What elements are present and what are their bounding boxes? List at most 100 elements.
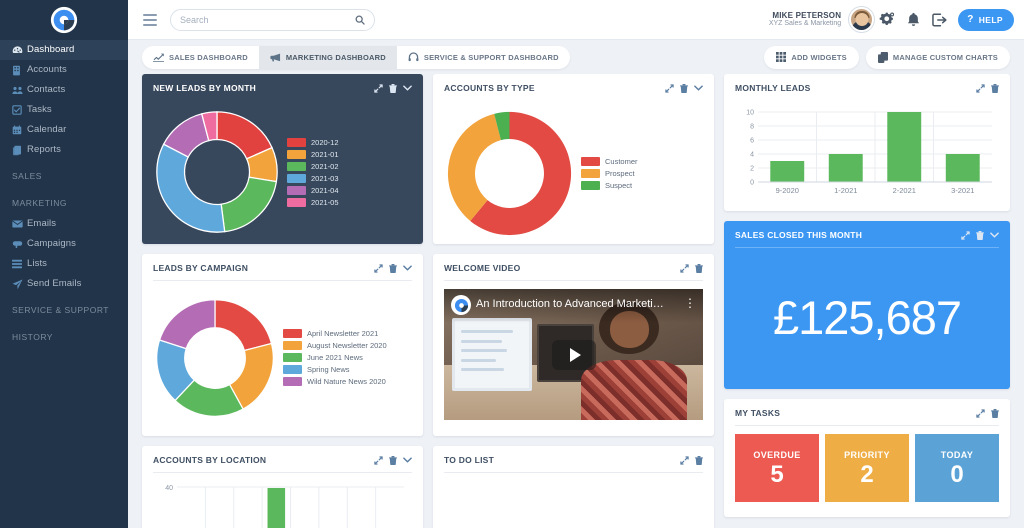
tab-marketing-dashboard[interactable]: MARKETING DASHBOARD: [259, 46, 397, 69]
donut-slice[interactable]: [215, 299, 271, 350]
sidebar-section-sales[interactable]: SALES: [0, 160, 128, 187]
bar[interactable]: [946, 154, 980, 182]
user-info[interactable]: MIKE PETERSON XYZ Sales & Marketing: [769, 11, 841, 28]
trash-icon[interactable]: [695, 264, 703, 273]
expand-icon[interactable]: [374, 264, 383, 273]
expand-icon[interactable]: [976, 409, 985, 418]
legend-item[interactable]: Prospect: [581, 169, 703, 178]
search-box[interactable]: [170, 9, 375, 31]
chevron-down-icon[interactable]: [403, 265, 412, 271]
legend-item[interactable]: Customer: [581, 157, 703, 166]
tab-label: MARKETING DASHBOARD: [286, 53, 386, 62]
video-player[interactable]: An Introduction to Advanced Marketi… ⋮: [444, 289, 703, 420]
sidebar-item-tasks[interactable]: Tasks: [0, 100, 128, 120]
trash-icon[interactable]: [680, 84, 688, 93]
legend-item[interactable]: June 2021 News: [283, 353, 412, 362]
task-card[interactable]: OVERDUE5: [735, 434, 819, 502]
video-title[interactable]: An Introduction to Advanced Marketi…: [476, 298, 681, 310]
legend-item[interactable]: 2021-05: [287, 198, 412, 207]
trash-icon[interactable]: [976, 231, 984, 240]
trash-icon[interactable]: [389, 456, 397, 465]
trash-icon[interactable]: [695, 456, 703, 465]
hamburger-icon[interactable]: [142, 12, 158, 28]
widget-header: SALES CLOSED THIS MONTH: [724, 221, 1010, 247]
trash-icon[interactable]: [991, 84, 999, 93]
sidebar-item-reports[interactable]: Reports: [0, 140, 128, 160]
legend-label: August Newsletter 2020: [307, 341, 387, 350]
chevron-down-icon[interactable]: [694, 85, 703, 91]
settings-gear-icon[interactable]: [874, 7, 900, 33]
report-icon: [12, 144, 27, 156]
expand-icon[interactable]: [665, 84, 674, 93]
legend-item[interactable]: 2021-04: [287, 186, 412, 195]
bar[interactable]: [770, 161, 804, 182]
tab-sales-dashboard[interactable]: SALES DASHBOARD: [142, 46, 259, 69]
sidebar-item-accounts[interactable]: Accounts: [0, 60, 128, 80]
expand-icon[interactable]: [961, 231, 970, 240]
legend-item[interactable]: Spring News: [283, 365, 412, 374]
sidebar-item-label: Dashboard: [27, 45, 74, 55]
widget-title: WELCOME VIDEO: [444, 263, 520, 273]
legend-label: Spring News: [307, 365, 350, 374]
expand-icon[interactable]: [976, 84, 985, 93]
more-options-icon[interactable]: ⋮: [684, 297, 696, 309]
donut-slice[interactable]: [157, 144, 225, 232]
task-card[interactable]: TODAY0: [915, 434, 999, 502]
expand-icon[interactable]: [374, 456, 383, 465]
widget-actions: [976, 409, 999, 418]
sidebar-section-history[interactable]: HISTORY: [0, 321, 128, 348]
avatar[interactable]: [849, 7, 874, 32]
widget-header: NEW LEADS BY MONTH: [142, 74, 423, 100]
sidebar-item-lists[interactable]: Lists: [0, 254, 128, 274]
legend-label: 2021-03: [311, 174, 339, 183]
logout-icon[interactable]: [926, 7, 952, 33]
legend-item[interactable]: Wild Nature News 2020: [283, 377, 412, 386]
expand-icon[interactable]: [374, 84, 383, 93]
legend-item[interactable]: 2021-03: [287, 174, 412, 183]
search-input[interactable]: [180, 15, 355, 25]
sidebar-item-calendar[interactable]: Calendar: [0, 120, 128, 140]
monthly-leads-bar-chart: 02468109-20201-20212-20213-2021: [735, 106, 999, 202]
sidebar-item-label: Tasks: [27, 105, 52, 115]
bar[interactable]: [268, 488, 286, 528]
leads-campaign-legend: April Newsletter 2021 August Newsletter 2…: [283, 329, 412, 386]
chevron-down-icon[interactable]: [403, 85, 412, 91]
sidebar-item-emails[interactable]: Emails: [0, 214, 128, 234]
tab-service-support-dashboard[interactable]: SERVICE & SUPPORT DASHBOARD: [397, 46, 570, 69]
play-button-icon[interactable]: [552, 340, 596, 370]
donut-slice[interactable]: [160, 299, 215, 348]
legend-swatch: [581, 181, 600, 190]
accounts-type-donut-chart: [444, 108, 575, 239]
search-icon[interactable]: [355, 15, 365, 25]
legend-item[interactable]: August Newsletter 2020: [283, 341, 412, 350]
trash-icon[interactable]: [389, 264, 397, 273]
legend-item[interactable]: April Newsletter 2021: [283, 329, 412, 338]
donut-slice[interactable]: [221, 177, 276, 231]
chevron-down-icon[interactable]: [403, 457, 412, 463]
bell-icon[interactable]: [900, 7, 926, 33]
manage-custom-charts-button[interactable]: MANAGE CUSTOM CHARTS: [866, 46, 1010, 69]
sidebar-section-marketing[interactable]: MARKETING: [0, 187, 128, 214]
legend-item[interactable]: 2020-12: [287, 138, 412, 147]
chevron-down-icon[interactable]: [990, 232, 999, 238]
app-logo[interactable]: [0, 0, 128, 40]
legend-item[interactable]: Suspect: [581, 181, 703, 190]
trash-icon[interactable]: [991, 409, 999, 418]
bar[interactable]: [887, 112, 921, 182]
help-button[interactable]: ? HELP: [958, 9, 1014, 31]
expand-icon[interactable]: [680, 456, 689, 465]
widget-body: £125,687: [724, 248, 1010, 389]
widget-leads-by-campaign: LEADS BY CAMPAIGN April Newsletter 20: [142, 254, 423, 436]
add-widgets-button[interactable]: ADD WIDGETS: [764, 46, 859, 69]
bar[interactable]: [829, 154, 863, 182]
sidebar-item-send-emails[interactable]: Send Emails: [0, 274, 128, 294]
legend-item[interactable]: 2021-01: [287, 150, 412, 159]
sidebar-item-campaigns[interactable]: Campaigns: [0, 234, 128, 254]
sidebar-section-service-support[interactable]: SERVICE & SUPPORT: [0, 294, 128, 321]
expand-icon[interactable]: [680, 264, 689, 273]
sidebar-item-contacts[interactable]: Contacts: [0, 80, 128, 100]
task-card[interactable]: PRIORITY2: [825, 434, 909, 502]
trash-icon[interactable]: [389, 84, 397, 93]
legend-item[interactable]: 2021-02: [287, 162, 412, 171]
sidebar-item-dashboard[interactable]: Dashboard: [0, 40, 128, 60]
